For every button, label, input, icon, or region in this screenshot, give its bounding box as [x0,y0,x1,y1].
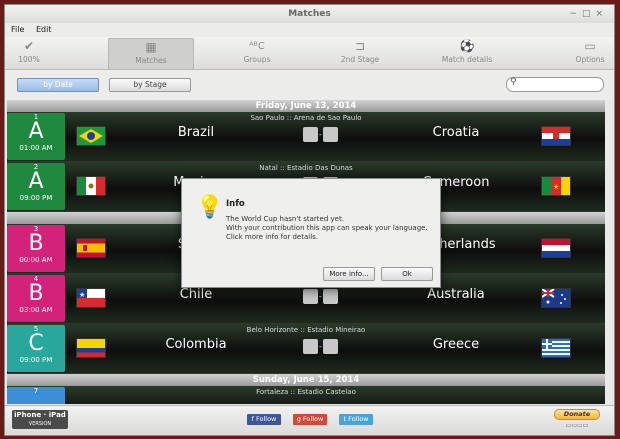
progress-label: 100% [18,55,40,64]
by-stage-button[interactable]: by Stage [109,78,191,92]
away-score-box[interactable] [323,127,338,142]
search-input[interactable]: ⚲ [506,77,604,92]
svg-text:★: ★ [79,291,85,299]
options-icon: ▭ [584,39,596,53]
tab-options-label: Options [575,55,605,64]
tab-options[interactable]: ▭ Options [570,38,610,68]
flag-chile-icon: ★ [76,288,106,308]
flag-cameroon-icon: ★ [541,176,571,196]
home-score-box[interactable] [303,127,318,142]
score-entry[interactable]: - [303,339,338,354]
donate-button[interactable]: Donate ▭▭▭▭ [549,409,605,431]
tab-groups-label: Groups [243,55,271,64]
home-score-box[interactable] [303,339,318,354]
home-score-box[interactable] [303,289,318,304]
flag-brazil-icon [76,126,106,146]
iphone-version-button[interactable]: iPhone · iPad VERSION [12,410,68,429]
flag-australia-icon [541,288,571,308]
tab-2nd-stage[interactable]: ⊐ 2nd Stage [318,38,402,68]
lightbulb-icon: 💡 [196,195,224,220]
flag-netherlands-icon [541,238,571,258]
bracket-icon: ⊐ [354,39,366,53]
away-team: Greece [432,337,480,352]
ball-icon: ⚽ [459,39,475,53]
check-icon: ✔ [23,39,35,53]
venue-label: Sao Paulo :: Arena de Sao Paulo [250,114,362,122]
googleplus-follow-button[interactable]: g Follow [293,414,327,425]
dialog-title: Info [226,199,245,209]
venue-label: Natal :: Estadio Das Dunas [259,164,353,172]
tab-matches[interactable]: ▦ Matches [108,38,194,70]
away-score-box[interactable] [323,289,338,304]
home-team: Colombia [165,337,227,352]
flag-spain-icon [76,238,106,258]
tab-2nd-stage-label: 2nd Stage [340,55,380,64]
away-score-box[interactable] [323,339,338,354]
footer-bar: iPhone · iPad VERSION f Follow g Follow … [5,405,614,435]
venue-label: Fortaleza :: Estadio Castelao [256,388,356,396]
tab-match-details[interactable]: ⚽ Match details [425,38,509,68]
window-title: Matches [288,9,331,19]
menu-file[interactable]: File [11,25,24,34]
score-entry[interactable]: - [303,289,338,304]
home-team: Chile [179,287,213,302]
info-dialog: 💡 Info The World Cup hasn't started yet.… [181,178,441,288]
dialog-message: The World Cup hasn't started yet. With y… [226,215,428,241]
away-team: Croatia [432,125,480,140]
ok-button[interactable]: Ok [381,267,433,281]
home-team: Brazil [177,125,215,140]
svg-text:★: ★ [553,183,559,191]
score-entry[interactable]: - [303,127,338,142]
abc-icon: ᴬᴮC [249,41,265,52]
calendar-icon: ▦ [145,40,157,54]
flag-mexico-icon [76,176,106,196]
window-controls[interactable]: −□× [569,5,608,23]
filter-bar: by Date by Stage ⚲ [5,70,614,100]
flag-greece-icon [541,338,571,358]
group-badge: 4 B 03:00 AM [7,275,65,322]
title-bar: Matches −□× [5,5,614,23]
twitter-follow-button[interactable]: t Follow [339,414,373,425]
match-row[interactable]: 5 C 09:00 PM Belo Horizonte :: Estadio M… [7,324,605,374]
flag-croatia-icon [541,126,571,146]
group-badge: 3 B 00:00 AM [7,225,65,272]
match-row[interactable]: 1 A 01:00 AM Sao Paulo :: Arena de Sao P… [7,112,605,162]
by-date-button[interactable]: by Date [17,78,99,92]
away-team: Australia [427,287,485,302]
search-icon: ⚲ [510,77,517,87]
payment-cards-icon: ▭▭▭▭ [565,422,589,429]
match-row[interactable]: 7 Fortaleza :: Estadio Castelao [7,386,605,404]
more-info-button[interactable]: More info... [323,267,375,281]
toolbar: ✔ 100% ▦ Matches ᴬᴮC Groups ⊐ 2nd Stage … [5,37,614,70]
flag-colombia-icon [76,338,106,358]
tab-groups[interactable]: ᴬᴮC Groups [215,38,299,68]
day-header: Sunday, June 15, 2014 [7,374,605,386]
facebook-follow-button[interactable]: f Follow [247,414,281,425]
progress-indicator: ✔ 100% [9,38,49,68]
venue-label: Belo Horizonte :: Estadio Mineirao [246,326,366,334]
menu-bar: File Edit [5,23,614,37]
tab-match-details-label: Match details [441,55,493,64]
day-header: Friday, June 13, 2014 [7,100,605,112]
tab-matches-label: Matches [135,56,167,65]
menu-edit[interactable]: Edit [36,25,52,34]
